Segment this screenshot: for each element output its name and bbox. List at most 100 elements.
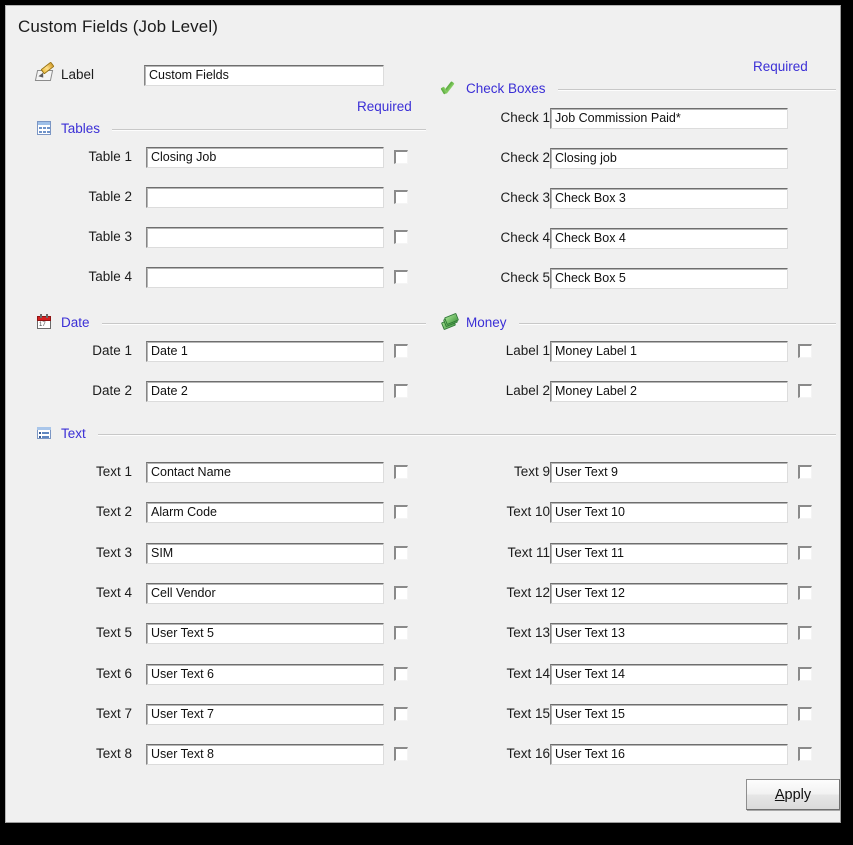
row-label: Text 10 <box>506 504 550 520</box>
section-header-money: Money <box>440 312 836 332</box>
row-label: Text 16 <box>506 746 550 762</box>
text-name-input[interactable]: User Text 15 <box>550 703 788 725</box>
required-checkbox[interactable] <box>394 465 408 479</box>
check-name-input[interactable]: Check Box 3 <box>550 188 788 209</box>
text-name-input[interactable]: SIM <box>146 542 384 564</box>
section-label-text: Text <box>61 425 86 441</box>
form-row: Table 1 Closing Job <box>6 147 424 169</box>
row-label: Check 3 <box>500 190 550 205</box>
check-name-input[interactable]: Check Box 5 <box>550 268 788 289</box>
required-checkbox[interactable] <box>394 545 408 560</box>
form-row: Check 5 Check Box 5 <box>436 268 828 290</box>
required-checkbox[interactable] <box>798 505 812 520</box>
form-row: Check 2 Closing job <box>436 148 828 170</box>
section-header-tables: Tables <box>36 118 426 138</box>
required-checkbox[interactable] <box>798 465 812 479</box>
form-row: Text 3 SIM <box>6 542 424 565</box>
required-checkbox[interactable] <box>394 150 408 164</box>
table-name-input[interactable]: Closing Job <box>146 147 384 168</box>
text-name-input[interactable]: User Text 10 <box>550 502 788 524</box>
section-rule-tables <box>112 129 426 130</box>
required-checkbox[interactable] <box>798 545 812 560</box>
required-checkbox[interactable] <box>394 344 408 358</box>
row-label: Check 1 <box>500 110 550 125</box>
form-row: Text 4 Cell Vendor <box>6 582 424 605</box>
calendar-icon: 17 <box>36 314 53 330</box>
required-checkbox[interactable] <box>798 666 812 681</box>
form-row: Date 1 Date 1 <box>6 341 424 363</box>
text-name-input[interactable]: User Text 12 <box>550 582 788 604</box>
required-checkbox[interactable] <box>394 706 408 721</box>
text-name-input[interactable]: User Text 11 <box>550 542 788 564</box>
required-checkbox[interactable] <box>394 626 408 641</box>
section-rule-date <box>101 323 426 324</box>
apply-button-rest: pply <box>784 786 812 803</box>
text-name-input[interactable]: Cell Vendor <box>146 582 384 604</box>
label-input[interactable]: Custom Fields <box>144 65 384 86</box>
text-list-icon <box>36 425 53 441</box>
section-label-tables: Tables <box>61 120 101 136</box>
row-label-field: Custom Fields <box>6 65 426 87</box>
required-checkbox[interactable] <box>394 384 408 398</box>
money-name-input[interactable]: Money Label 2 <box>550 381 788 402</box>
table-name-input[interactable] <box>146 267 384 288</box>
text-name-input[interactable]: User Text 6 <box>146 663 384 685</box>
text-name-input[interactable]: User Text 13 <box>550 623 788 645</box>
date-name-input[interactable]: Date 2 <box>146 381 384 402</box>
row-label: Table 3 <box>88 229 132 244</box>
text-name-input[interactable]: Contact Name <box>146 462 384 483</box>
check-name-input[interactable]: Closing job <box>550 148 788 169</box>
row-label: Text 6 <box>95 665 132 681</box>
required-checkbox[interactable] <box>394 666 408 681</box>
row-label: Text 1 <box>95 464 132 479</box>
required-checkbox[interactable] <box>394 747 408 762</box>
section-rule-text <box>97 434 836 435</box>
form-row: Text 1 Contact Name <box>6 462 424 484</box>
form-row: Text 2 Alarm Code <box>6 502 424 524</box>
text-name-input[interactable]: User Text 7 <box>146 703 384 725</box>
section-rule-checkboxes <box>557 89 836 90</box>
row-label: Text 2 <box>95 504 132 520</box>
form-row: Text 15 User Text 15 <box>436 703 828 726</box>
text-name-input[interactable]: User Text 14 <box>550 663 788 685</box>
text-name-input[interactable]: User Text 5 <box>146 623 384 645</box>
apply-button-accel: A <box>774 786 785 803</box>
form-row: Table 4 <box>6 267 424 289</box>
row-label: Date 2 <box>92 383 132 398</box>
section-header-date: 17 Date <box>36 312 426 332</box>
form-row: Text 8 User Text 8 <box>6 744 424 766</box>
money-name-input[interactable]: Money Label 1 <box>550 341 788 362</box>
text-name-input[interactable]: User Text 16 <box>550 744 788 766</box>
form-row: Text 12 User Text 12 <box>436 582 828 605</box>
form-row: Text 13 User Text 13 <box>436 623 828 645</box>
required-checkbox[interactable] <box>394 585 408 600</box>
required-checkbox[interactable] <box>798 384 812 398</box>
required-checkbox[interactable] <box>394 190 408 204</box>
row-label: Label 2 <box>505 383 550 398</box>
check-name-input[interactable]: Check Box 4 <box>550 228 788 249</box>
row-label: Text 7 <box>95 705 132 721</box>
row-label: Text 15 <box>506 705 550 721</box>
required-checkbox[interactable] <box>798 706 812 721</box>
page-title: Custom Fields (Job Level) <box>18 17 218 36</box>
text-name-input[interactable]: User Text 9 <box>550 462 788 483</box>
row-label: Date 1 <box>92 343 132 358</box>
required-checkbox[interactable] <box>394 505 408 520</box>
form-row: Check 3 Check Box 3 <box>436 188 828 210</box>
required-checkbox[interactable] <box>798 344 812 358</box>
required-checkbox[interactable] <box>394 230 408 244</box>
required-checkbox[interactable] <box>798 626 812 641</box>
form-row: Check 4 Check Box 4 <box>436 228 828 250</box>
text-name-input[interactable]: User Text 8 <box>146 744 384 766</box>
text-name-input[interactable]: Alarm Code <box>146 502 384 524</box>
screen: Custom Fields (Job Level) Label Custom F… <box>0 0 853 845</box>
table-name-input[interactable] <box>146 187 384 208</box>
required-checkbox[interactable] <box>798 585 812 600</box>
table-name-input[interactable] <box>146 227 384 248</box>
row-label: Table 2 <box>88 189 132 204</box>
date-name-input[interactable]: Date 1 <box>146 341 384 362</box>
required-checkbox[interactable] <box>394 270 408 284</box>
required-checkbox[interactable] <box>798 747 812 762</box>
apply-button[interactable]: Apply <box>746 779 840 810</box>
check-name-input[interactable]: Job Commission Paid* <box>550 108 788 129</box>
